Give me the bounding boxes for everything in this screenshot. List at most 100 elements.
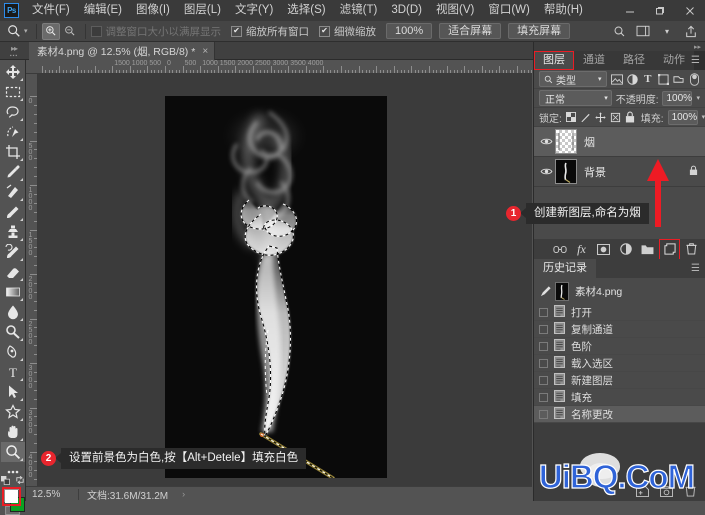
- history-snapshot-row[interactable]: 素材4.png: [534, 278, 705, 304]
- menu-item-8[interactable]: 视图(V): [429, 0, 481, 21]
- delete-layer-icon[interactable]: [684, 242, 699, 257]
- zoom-in-button[interactable]: [41, 22, 60, 40]
- tab-0[interactable]: 图层: [534, 51, 574, 70]
- history-source-checkbox[interactable]: [539, 341, 548, 351]
- option-checkbox-2[interactable]: ✔ 细微缩放: [319, 24, 376, 39]
- lock-all-icon[interactable]: [625, 110, 635, 124]
- gradient-tool[interactable]: [1, 282, 25, 302]
- filter-toggle-icon[interactable]: [689, 72, 701, 86]
- checkbox-box[interactable]: ✔: [319, 25, 331, 37]
- marquee-tool[interactable]: [1, 82, 25, 102]
- opacity-chevron-icon[interactable]: ▾: [696, 94, 700, 102]
- type-tool[interactable]: T: [1, 362, 25, 382]
- clone-stamp-tool[interactable]: [1, 222, 25, 242]
- shape-filter-icon[interactable]: [657, 72, 670, 86]
- new-document-from-state-icon[interactable]: [635, 484, 650, 499]
- layer-style-fx-icon[interactable]: fx: [574, 242, 589, 257]
- zoom-tool[interactable]: [0, 442, 25, 462]
- path-selection-tool[interactable]: [1, 382, 25, 402]
- fill-value[interactable]: 100%: [667, 109, 698, 125]
- document-tab[interactable]: 素材4.png @ 12.5% (烟, RGB/8) * ×: [29, 42, 216, 60]
- quick-selection-tool[interactable]: [1, 122, 25, 142]
- minimize-button[interactable]: [615, 0, 645, 21]
- blend-mode-dropdown[interactable]: 正常 ▾: [539, 90, 612, 106]
- adjustment-layer-icon[interactable]: [618, 242, 633, 257]
- fill-chevron-icon[interactable]: ▾: [702, 113, 705, 121]
- vertical-ruler[interactable]: 0 500 1000 1500 2000 2500 3000 3500 4000: [26, 74, 38, 486]
- layer-mask-icon[interactable]: [596, 242, 611, 257]
- option-checkbox-1[interactable]: ✔ 缩放所有窗口: [231, 24, 309, 39]
- panel-menu-icon[interactable]: ☰: [691, 56, 700, 66]
- layer-visibility-icon[interactable]: [538, 137, 555, 146]
- tool-preset-chevron-icon[interactable]: ▾: [24, 27, 28, 35]
- dock-handle[interactable]: ▸▸ ▪▪▪: [2, 42, 26, 60]
- menu-item-1[interactable]: 编辑(E): [77, 0, 129, 21]
- zoom-out-button[interactable]: [61, 23, 79, 40]
- option-button-2[interactable]: 填充屏幕: [508, 23, 571, 39]
- type-filter-icon[interactable]: T: [642, 72, 654, 86]
- eraser-tool[interactable]: [1, 262, 25, 282]
- history-item[interactable]: 打开: [534, 304, 705, 321]
- search-icon[interactable]: [609, 22, 629, 40]
- history-item[interactable]: 填充: [534, 389, 705, 406]
- history-source-checkbox[interactable]: [539, 307, 548, 317]
- eyedropper-tool[interactable]: [1, 162, 25, 182]
- swap-colors-icon[interactable]: [15, 475, 25, 487]
- smartobject-filter-icon[interactable]: [673, 72, 685, 86]
- share-icon[interactable]: [681, 22, 701, 40]
- opacity-value[interactable]: 100%: [662, 90, 693, 106]
- collapse-dock-icon[interactable]: ▸▸: [534, 42, 705, 51]
- pixel-filter-icon[interactable]: [610, 72, 623, 86]
- option-checkbox-0[interactable]: 调整窗口大小以满屏显示: [90, 24, 221, 39]
- healing-brush-tool[interactable]: [1, 182, 25, 202]
- lock-artboard-icon[interactable]: [610, 110, 621, 124]
- default-colors-icon[interactable]: [0, 476, 10, 487]
- option-button-0[interactable]: 100%: [386, 23, 433, 39]
- link-layers-icon[interactable]: [552, 242, 567, 257]
- checkbox-box[interactable]: [90, 25, 102, 37]
- shape-tool[interactable]: [1, 402, 25, 422]
- tab-history[interactable]: 历史记录: [534, 259, 596, 278]
- history-source-checkbox[interactable]: [539, 324, 548, 334]
- layer-row[interactable]: 背景: [534, 157, 705, 187]
- close-tab-icon[interactable]: ×: [202, 46, 208, 57]
- history-item[interactable]: 新建图层: [534, 372, 705, 389]
- foreground-color-swatch[interactable]: [4, 490, 18, 503]
- artboard[interactable]: [165, 96, 387, 478]
- lock-image-icon[interactable]: [580, 110, 591, 124]
- canvas-area[interactable]: [38, 74, 532, 486]
- zoom-tool-icon[interactable]: [4, 22, 24, 41]
- delete-state-icon[interactable]: [683, 484, 698, 499]
- menu-item-4[interactable]: 文字(Y): [228, 0, 280, 21]
- menu-item-5[interactable]: 选择(S): [280, 0, 332, 21]
- blur-tool[interactable]: [1, 302, 25, 322]
- history-source-checkbox[interactable]: [539, 375, 548, 385]
- status-expand-icon[interactable]: ›: [182, 489, 185, 499]
- adjustment-filter-icon[interactable]: [627, 72, 639, 86]
- menu-item-9[interactable]: 窗口(W): [481, 0, 537, 21]
- move-tool[interactable]: [1, 62, 25, 82]
- lasso-tool[interactable]: [1, 102, 25, 122]
- pen-tool[interactable]: [1, 342, 25, 362]
- history-source-checkbox[interactable]: [539, 409, 548, 419]
- brush-tool[interactable]: [1, 202, 25, 222]
- lock-position-icon[interactable]: [595, 110, 606, 124]
- lock-transparent-icon[interactable]: [565, 110, 576, 124]
- history-source-checkbox[interactable]: [539, 392, 548, 402]
- layer-row[interactable]: 烟: [534, 127, 705, 157]
- history-brush-tool[interactable]: [1, 242, 25, 262]
- tab-1[interactable]: 通道: [574, 51, 614, 70]
- menu-item-6[interactable]: 滤镜(T): [333, 0, 385, 21]
- option-button-1[interactable]: 适合屏幕: [439, 23, 502, 39]
- menu-item-2[interactable]: 图像(I): [129, 0, 177, 21]
- workspace-icon[interactable]: [633, 22, 653, 40]
- new-group-icon[interactable]: [640, 242, 655, 257]
- menu-item-7[interactable]: 3D(D): [384, 0, 429, 21]
- menu-item-0[interactable]: 文件(F): [25, 0, 77, 21]
- maximize-button[interactable]: [645, 0, 675, 21]
- history-item[interactable]: 名称更改: [534, 406, 705, 423]
- menu-item-3[interactable]: 图层(L): [177, 0, 228, 21]
- menu-item-10[interactable]: 帮助(H): [537, 0, 590, 21]
- new-snapshot-icon[interactable]: [659, 484, 674, 499]
- history-item[interactable]: 复制通道: [534, 321, 705, 338]
